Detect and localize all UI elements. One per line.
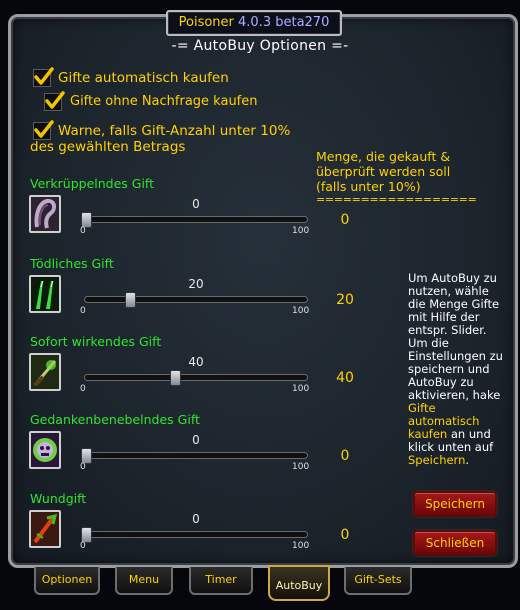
info-separator: ================== [316, 193, 477, 206]
warn-low-label-line2: des gewählten Betrags [30, 139, 186, 155]
help-text-part3: . [465, 453, 470, 467]
slider-value-label: 0 [192, 197, 200, 211]
tab-gift-sets[interactable]: Gift-Sets [344, 567, 412, 595]
buy-amount: 40 [336, 370, 354, 386]
slider-min-label: 0 [80, 306, 86, 316]
slider-max-label: 100 [292, 384, 310, 394]
amount-info-line1: Menge, die gekauft & [316, 149, 451, 164]
slider-max-label: 100 [292, 306, 310, 316]
mind-numbing-poison-icon [29, 431, 61, 469]
amount-info-line2: überprüft werden soll [316, 164, 451, 179]
slider-value-label: 0 [192, 512, 200, 526]
poison-name: Sofort wirkendes Gift [30, 334, 162, 349]
amount-slider[interactable] [81, 212, 308, 228]
slider-max-label: 100 [292, 541, 310, 551]
wound-poison-icon [29, 510, 61, 548]
tab-menu[interactable]: Menu [115, 567, 173, 595]
addon-name: Poisoner [178, 15, 234, 30]
addon-version: 4.0.3 beta270 [238, 15, 330, 30]
checkmark-icon [45, 91, 65, 109]
slider-min-label: 0 [80, 462, 86, 472]
buy-amount: 20 [336, 292, 354, 308]
slider-min-label: 0 [80, 384, 86, 394]
amount-slider[interactable] [81, 527, 308, 543]
slider-max-label: 100 [292, 226, 310, 236]
window-title: Poisoner 4.0.3 beta270 [166, 10, 342, 36]
help-text: Um AutoBuy zu nutzen, wähle die Menge Gi… [408, 272, 504, 467]
poison-name: Wundgift [30, 491, 87, 506]
poison-name: Tödliches Gift [30, 256, 114, 271]
tab-autobuy[interactable]: AutoBuy [268, 565, 330, 601]
amount-info: Menge, die gekauft & überprüft werden so… [316, 149, 486, 194]
slider-min-label: 0 [80, 541, 86, 551]
close-button[interactable]: Schließen [413, 530, 497, 556]
slider-thumb[interactable] [125, 292, 137, 308]
no-confirm-checkbox[interactable] [44, 91, 65, 111]
buy-amount: 0 [340, 212, 350, 228]
help-highlight-save: Speichern [408, 453, 466, 467]
save-button[interactable]: Speichern [413, 491, 497, 517]
deadly-poison-icon [29, 275, 61, 313]
tab-options[interactable]: Optionen [34, 567, 100, 595]
buy-amount: 0 [340, 527, 350, 543]
poison-name: Gedankenbenebelndes Gift [30, 412, 200, 427]
amount-slider[interactable] [84, 370, 308, 386]
slider-max-label: 100 [292, 462, 310, 472]
slider-min-label: 0 [80, 226, 86, 236]
crippling-poison-icon [29, 195, 61, 233]
auto-buy-checkbox[interactable] [33, 67, 54, 87]
page-header: -= AutoBuy Optionen =- [171, 38, 349, 54]
slider-value-label: 20 [188, 277, 204, 291]
slider-value-label: 40 [188, 355, 204, 369]
help-text-part1: Um AutoBuy zu nutzen, wähle die Menge Gi… [408, 271, 503, 402]
slider-value-label: 0 [192, 433, 200, 447]
amount-info-line3: (falls unter 10%) [316, 179, 421, 194]
no-confirm-label: Gifte ohne Nachfrage kaufen [70, 94, 258, 109]
auto-buy-label: Gifte automatisch kaufen [58, 70, 229, 86]
buy-amount: 0 [340, 448, 350, 464]
checkmark-icon [34, 67, 54, 85]
slider-thumb[interactable] [169, 370, 181, 386]
amount-slider[interactable] [81, 448, 308, 464]
instant-poison-icon [29, 353, 61, 391]
tab-timer[interactable]: Timer [189, 567, 253, 595]
amount-slider[interactable] [84, 292, 308, 308]
poison-name: Verkrüppelndes Gift [30, 176, 155, 191]
